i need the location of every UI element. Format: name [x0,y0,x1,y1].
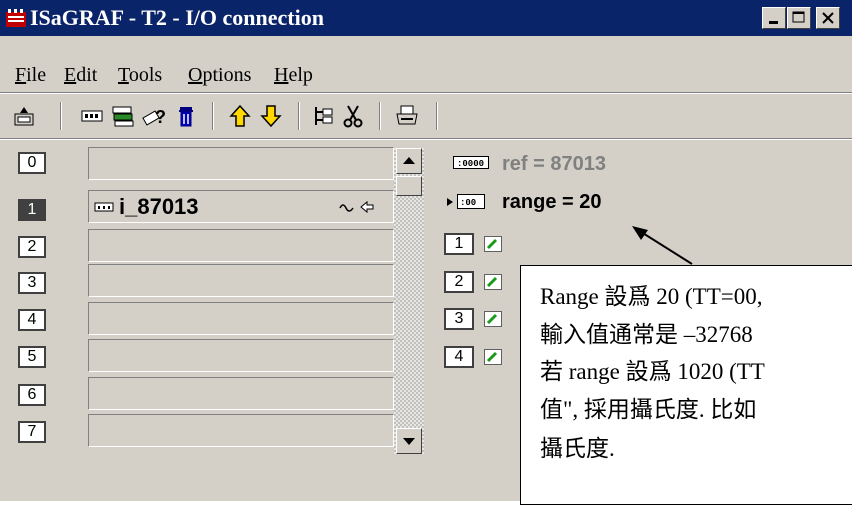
scroll-up-button[interactable] [396,148,422,174]
channel-number-2[interactable]: 2 [444,271,474,293]
pencil-icon [486,238,498,250]
move-down-icon[interactable] [259,104,283,128]
callout-line: 攝氏度. [540,436,615,461]
annotation-callout: Range 設爲 20 (TT=00, 輸入值通常是 –32768 若 rang… [520,265,852,505]
callout-line: 若 range 設爲 1020 (TT [540,359,765,384]
menu-help[interactable]: Help [274,60,313,90]
close-icon [822,12,834,24]
scroll-up-icon [403,157,415,164]
callout-line: 值", 採用攝氏度. 比如 [540,397,757,422]
delete-icon[interactable] [174,104,198,128]
channel-variable-icon[interactable] [484,274,502,290]
tree-icon[interactable] [311,104,335,128]
menu-tools[interactable]: Tools [118,60,162,90]
pencil-icon [486,276,498,288]
slot-field-3[interactable] [88,264,394,297]
title-bar[interactable]: ISaGRAF - T2 - I/O connection [0,0,852,36]
help-board-icon[interactable]: ? [142,104,166,128]
slot-field-6[interactable] [88,377,394,410]
toolbar-separator [436,102,438,130]
channel-number-1[interactable]: 1 [444,233,474,255]
slot-number-1[interactable]: 1 [18,199,46,221]
expand-arrow-icon[interactable] [445,196,455,208]
range-param: range = 20 [502,191,602,213]
menu-file[interactable]: File [15,60,46,90]
slot-field-2[interactable] [88,229,394,262]
slot-field-5[interactable] [88,339,394,372]
move-up-icon[interactable] [228,104,252,128]
ref-param-icon[interactable]: :0000 [453,156,489,169]
isagraf-app-icon[interactable] [6,9,26,27]
toolbar-separator [60,102,62,130]
slot-field-7[interactable] [88,414,394,447]
analog-wave-icon [339,204,354,212]
slot-number-5[interactable]: 5 [18,346,46,368]
maximize-button[interactable] [787,7,811,29]
pencil-icon [486,313,498,325]
toolbar: ? [0,94,852,138]
svg-text::00: :00 [460,198,476,208]
menu-edit[interactable]: Edit [64,60,97,90]
pencil-icon [486,351,498,363]
slot-number-6[interactable]: 6 [18,384,46,406]
scroll-thumb[interactable] [396,176,422,196]
slot-number-3[interactable]: 3 [18,272,46,294]
channel-variable-icon[interactable] [484,236,502,252]
close-button[interactable] [816,7,840,29]
toolbar-separator [379,102,381,130]
window-title: ISaGRAF - T2 - I/O connection [30,5,324,30]
board-icon[interactable] [80,104,104,128]
slot-field-1[interactable]: i_87013 [88,190,394,223]
ref-param: ref = 87013 [502,153,606,175]
print-icon[interactable] [395,104,419,128]
range-param-icon[interactable]: :00 [457,194,485,209]
channel-variable-icon[interactable] [484,349,502,365]
board-icon [94,202,114,212]
open-board-icon[interactable] [12,104,36,128]
minimize-icon [769,21,778,24]
slot-field-4[interactable] [88,302,394,335]
slot-number-4[interactable]: 4 [18,309,46,331]
callout-line: Range 設爲 20 (TT=00, [540,284,763,309]
scroll-down-button[interactable] [396,428,422,454]
slot-number-7[interactable]: 7 [18,421,46,443]
svg-text::0000: :0000 [457,159,484,169]
slot-board-name: i_87013 [119,194,199,219]
minimize-button[interactable] [762,7,786,29]
slot-number-2[interactable]: 2 [18,236,46,258]
cut-icon[interactable] [341,104,365,128]
app-window: ISaGRAF - T2 - I/O connection File Edit … [0,0,852,505]
channel-number-4[interactable]: 4 [444,346,474,368]
menu-options[interactable]: Options [188,60,251,90]
toolbar-separator [212,102,214,130]
slot-field-0[interactable] [88,147,394,180]
slot-number-0[interactable]: 0 [18,152,46,174]
maximize-icon [792,11,805,23]
menu-bar: File Edit Tools Options Help [0,60,852,90]
callout-line: 輸入值通常是 –32768 [540,322,753,347]
svg-text:?: ? [155,107,166,127]
channel-variable-icon[interactable] [484,311,502,327]
toolbar-separator [298,102,300,130]
channel-number-3[interactable]: 3 [444,308,474,330]
equipment-icon[interactable] [111,104,135,128]
callout-arrow [632,226,693,265]
scroll-down-icon [403,438,415,445]
input-arrow-icon [360,200,374,214]
